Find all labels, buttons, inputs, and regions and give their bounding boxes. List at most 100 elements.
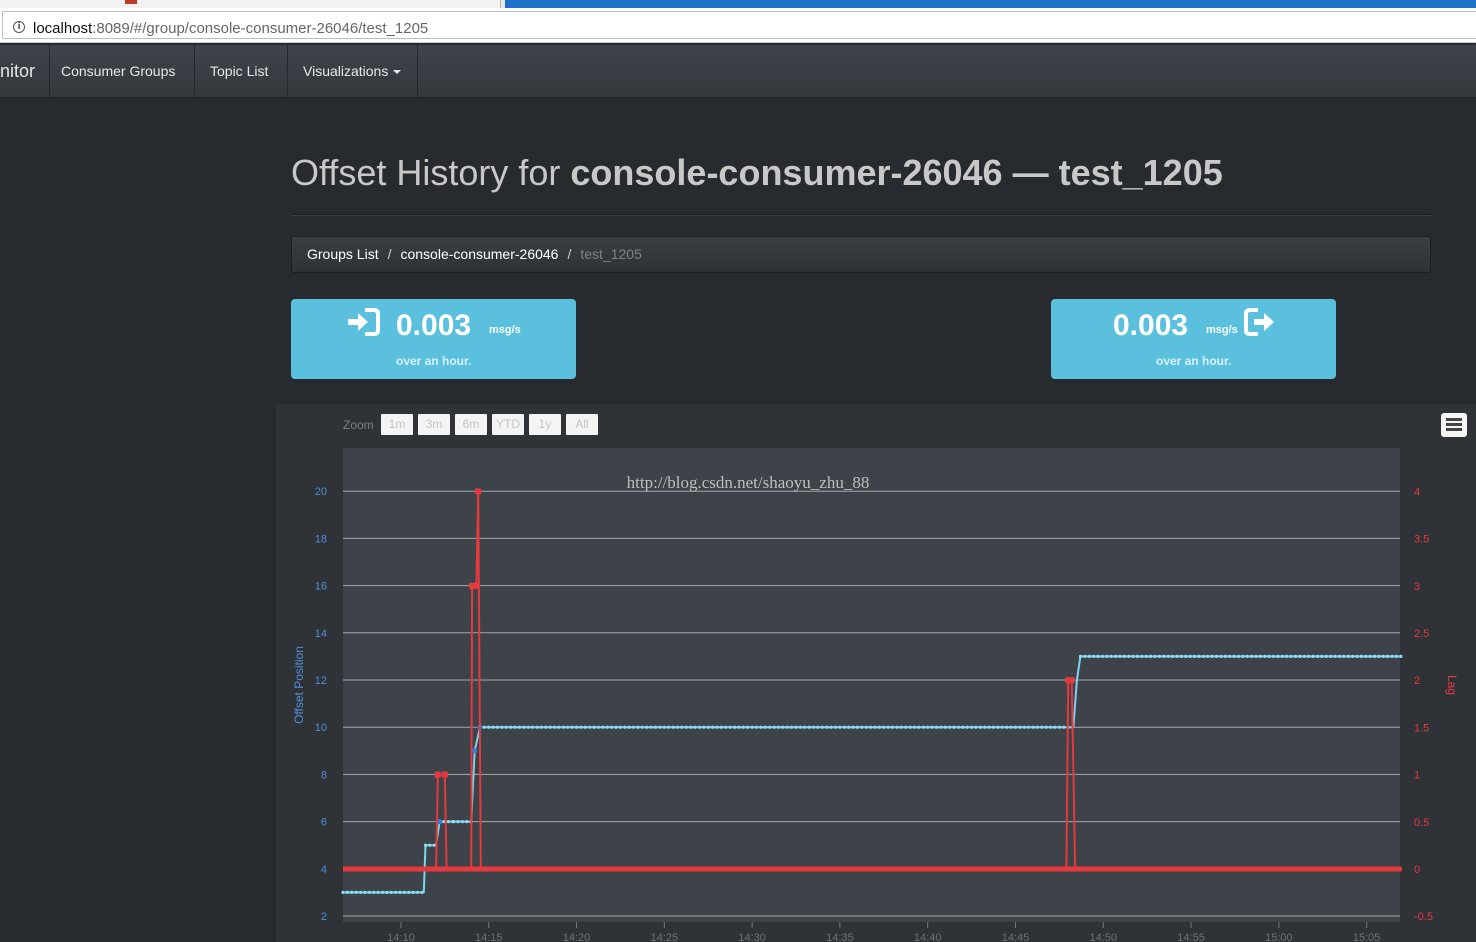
offset-point: [737, 725, 741, 729]
offset-point: [539, 725, 544, 729]
offset-point: [487, 725, 491, 729]
offset-point: [1188, 654, 1192, 659]
offset-point: [1184, 654, 1188, 659]
offset-point: [350, 890, 354, 895]
lag-point: [1068, 677, 1075, 684]
offset-point: [1377, 654, 1381, 659]
offset-point: [372, 890, 376, 895]
offset-point: [763, 725, 767, 729]
offset-point: [1271, 654, 1276, 659]
offset-point: [1096, 654, 1100, 659]
offset-point: [495, 725, 500, 729]
chart-watermark: http://blog.csdn.net/shaoyu_zhu_88: [627, 473, 870, 492]
offset-point: [732, 725, 737, 729]
left-axis-tick-label: 12: [315, 675, 327, 687]
x-axis-tick-label: 14:30: [738, 932, 766, 942]
offset-point: [465, 820, 469, 824]
offset-point: [385, 890, 389, 895]
offset-point: [579, 725, 583, 729]
offset-point: [741, 725, 745, 729]
offset-point: [407, 890, 411, 895]
offset-point: [908, 725, 912, 729]
offset-point: [1267, 654, 1271, 659]
offset-point: [1062, 725, 1066, 729]
offset-point: [948, 725, 952, 729]
offset-point: [820, 725, 824, 729]
right-axis-tick-label: 0: [1414, 864, 1420, 876]
offset-point: [1350, 654, 1355, 659]
offset-point: [557, 725, 561, 729]
offset-point: [1018, 725, 1022, 729]
offset-point: [869, 725, 873, 729]
offset-point: [517, 725, 522, 729]
right-axis-tick-label: 3.5: [1414, 534, 1429, 546]
offset-point: [956, 725, 961, 729]
offset-point: [715, 725, 719, 729]
offset-point: [1236, 654, 1241, 659]
offset-point: [354, 890, 358, 895]
offset-point: [952, 725, 956, 729]
offset-point: [1241, 654, 1245, 659]
offset-point: [671, 725, 675, 729]
offset-point: [1000, 725, 1004, 729]
right-axis-tick-label: 1.5: [1414, 722, 1429, 734]
offset-point: [724, 725, 728, 729]
offset-point: [653, 725, 658, 729]
offset-point: [1122, 654, 1126, 659]
offset-point: [1118, 654, 1122, 659]
offset-point: [969, 725, 974, 729]
offset-point: [917, 725, 921, 729]
offset-point: [1053, 725, 1057, 729]
offset-point: [890, 725, 895, 729]
offset-point: [1394, 654, 1399, 659]
offset-point: [1149, 654, 1153, 659]
offset-point: [689, 725, 693, 729]
offset-point: [1250, 654, 1254, 659]
offset-point: [1048, 725, 1053, 729]
left-axis-tick-label: 20: [315, 486, 327, 498]
offset-point: [776, 725, 781, 729]
offset-point: [500, 725, 504, 729]
offset-point: [934, 725, 939, 729]
offset-point: [684, 725, 688, 729]
offset-point: [895, 725, 899, 729]
offset-point: [398, 890, 402, 895]
offset-point: [1302, 654, 1306, 659]
offset-point: [1315, 654, 1320, 659]
offset-point: [1346, 654, 1350, 659]
offset-point: [1078, 654, 1083, 659]
offset-point: [588, 725, 592, 729]
offset-point: [376, 890, 380, 895]
offset-point: [1179, 654, 1184, 659]
lag-point: [475, 488, 482, 495]
offset-point: [983, 725, 987, 729]
offset-point: [1228, 654, 1232, 659]
offset-point: [680, 725, 684, 729]
offset-point: [1219, 654, 1223, 659]
offset-point: [504, 725, 508, 729]
offset-point: [1031, 725, 1035, 729]
offset-point: [1087, 654, 1091, 659]
offset-point: [1381, 654, 1385, 659]
offset-point: [552, 725, 557, 729]
offset-point: [1201, 654, 1205, 659]
lag-point: [441, 771, 448, 778]
offset-point: [423, 843, 428, 847]
offset-point: [610, 725, 614, 729]
offset-point: [1368, 654, 1372, 659]
offset-point: [432, 843, 436, 847]
offset-point: [974, 725, 978, 729]
offset-point: [574, 725, 579, 729]
offset-point: [601, 725, 605, 729]
offset-point: [1307, 654, 1311, 659]
offset-point: [472, 748, 478, 754]
offset-point: [416, 890, 420, 895]
offset-point: [509, 725, 513, 729]
offset-point: [1166, 654, 1170, 659]
offset-point: [912, 725, 917, 729]
right-axis-tick-label: 4: [1414, 486, 1420, 498]
offset-point: [460, 820, 464, 824]
offset-point: [1035, 725, 1040, 729]
offset-point: [768, 725, 772, 729]
offset-point: [1399, 654, 1403, 659]
